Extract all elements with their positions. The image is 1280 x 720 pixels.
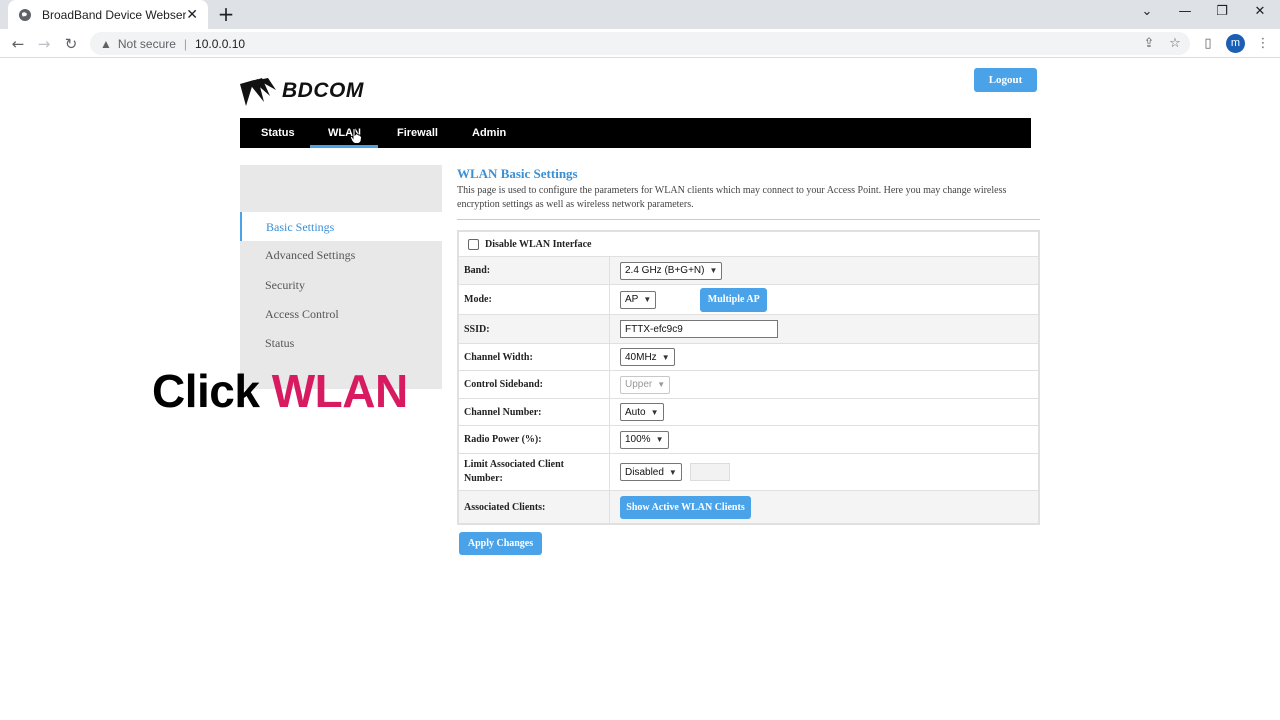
forward-arrow-icon[interactable]: → — [34, 34, 54, 54]
tab-title: BroadBand Device Webserver — [42, 7, 187, 22]
browser-tab-strip: BroadBand Device Webserver ✕ + ⌄ — ❐ ✕ — [0, 0, 1280, 29]
limit-clients-label: Limit Associated Client Number: — [459, 454, 610, 490]
sidebar: Basic Settings Advanced Settings Securit… — [240, 165, 442, 389]
channel-number-label: Channel Number: — [459, 399, 610, 425]
ssid-input[interactable]: FTTX-efc9c9 — [620, 320, 778, 338]
mode-label: Mode: — [459, 285, 610, 314]
row-band: Band: 2.4 GHz (B+G+N) ▼ — [459, 257, 1038, 285]
disable-wlan-checkbox[interactable] — [468, 238, 479, 250]
chevron-down-icon: ▼ — [650, 407, 659, 417]
row-control-sideband: Control Sideband: Upper ▼ — [459, 371, 1038, 399]
side-panel-icon[interactable]: ▯ — [1199, 35, 1217, 53]
multiple-ap-button[interactable]: Multiple AP — [700, 287, 768, 312]
menu-kebab-icon[interactable]: ⋮ — [1254, 35, 1272, 53]
star-icon[interactable]: ☆ — [1166, 35, 1184, 53]
channel-width-label: Channel Width: — [459, 344, 610, 370]
nav-admin[interactable]: Admin — [472, 118, 506, 148]
radio-power-label: Radio Power (%): — [459, 426, 610, 453]
chevron-down-icon: ▼ — [655, 435, 664, 444]
restore-icon[interactable]: ❐ — [1212, 4, 1232, 19]
tutorial-caption: Click WLAN — [152, 364, 408, 418]
logo-mark-icon — [240, 78, 276, 106]
wlan-settings-form: Disable WLAN Interface Band: 2.4 GHz (B+… — [457, 230, 1040, 525]
disable-wlan-label: Disable WLAN Interface — [485, 238, 592, 250]
limit-clients-select[interactable]: Disabled ▼ — [620, 463, 682, 481]
ssid-label: SSID: — [459, 315, 610, 343]
mode-select[interactable]: AP ▼ — [620, 290, 657, 309]
row-radio-power: Radio Power (%): 100% ▼ — [459, 426, 1038, 454]
page-title: WLAN Basic Settings — [457, 166, 578, 181]
limit-clients-value: Disabled — [625, 466, 664, 478]
radio-power-value: 100% — [625, 434, 651, 445]
browser-toolbar: ← → ↻ ▲ Not secure | 10.0.0.10 ⇪ ☆ ▯ m ⋮ — [0, 29, 1280, 58]
radio-power-select[interactable]: 100% ▼ — [620, 430, 669, 449]
show-active-clients-button[interactable]: Show Active WLAN Clients — [620, 495, 751, 519]
close-window-icon[interactable]: ✕ — [1250, 4, 1270, 19]
address-bar[interactable]: ▲ Not secure | 10.0.0.10 — [90, 32, 1190, 55]
control-sideband-select[interactable]: Upper ▼ — [620, 375, 671, 394]
chevron-down-icon: ▼ — [643, 295, 652, 304]
new-tab-button[interactable]: + — [216, 4, 236, 24]
sidebar-item-advanced-settings[interactable]: Advanced Settings — [265, 248, 355, 263]
url-text[interactable]: 10.0.0.10 — [195, 37, 245, 51]
sidebar-item-basic-settings[interactable]: Basic Settings — [266, 220, 334, 235]
profile-avatar[interactable]: m — [1226, 34, 1245, 53]
omnibox-divider: | — [183, 36, 188, 51]
channel-width-select[interactable]: 40MHz ▼ — [620, 348, 675, 366]
nav-status[interactable]: Status — [261, 118, 295, 148]
band-label: Band: — [459, 257, 610, 284]
security-label: Not secure — [117, 36, 176, 51]
limit-clients-label-line1: Limit Associated Client — [464, 459, 564, 470]
reload-icon[interactable]: ↻ — [61, 34, 81, 54]
minimize-icon[interactable]: — — [1175, 4, 1195, 19]
divider — [457, 219, 1040, 220]
row-channel-width: Channel Width: 40MHz ▼ — [459, 344, 1038, 371]
back-arrow-icon[interactable]: ← — [8, 34, 28, 54]
nav-firewall[interactable]: Firewall — [397, 118, 438, 148]
row-channel-number: Channel Number: Auto ▼ — [459, 399, 1038, 426]
limit-clients-label-line2: Number: — [464, 473, 503, 484]
control-sideband-value: Upper — [625, 379, 653, 390]
chevron-down-icon[interactable]: ⌄ — [1137, 4, 1157, 19]
sidebar-item-access-control[interactable]: Access Control — [265, 307, 339, 322]
bdcom-logo: BDCOM — [240, 76, 364, 106]
chevron-down-icon: ▼ — [661, 352, 670, 362]
limit-clients-number-input[interactable] — [689, 463, 730, 481]
band-value: 2.4 GHz (B+G+N) — [625, 265, 705, 276]
channel-number-select[interactable]: Auto ▼ — [620, 403, 664, 421]
row-associated-clients: Associated Clients: Show Active WLAN Cli… — [459, 491, 1038, 523]
apply-changes-button[interactable]: Apply Changes — [459, 532, 542, 555]
caption-word-click: Click — [152, 365, 260, 417]
sidebar-item-status[interactable]: Status — [265, 336, 294, 351]
row-limit-clients: Limit Associated Client Number: Disabled… — [459, 454, 1038, 491]
hand-cursor-icon — [350, 128, 362, 144]
chevron-down-icon: ▼ — [709, 266, 718, 275]
logout-button[interactable]: Logout — [974, 68, 1037, 92]
page-description: This page is used to configure the param… — [457, 185, 1007, 210]
close-tab-icon[interactable]: ✕ — [186, 6, 198, 23]
band-select[interactable]: 2.4 GHz (B+G+N) ▼ — [620, 261, 723, 280]
brand-name: BDCOM — [282, 79, 364, 102]
browser-tab[interactable]: BroadBand Device Webserver ✕ — [8, 0, 208, 29]
chevron-down-icon: ▼ — [657, 380, 666, 389]
control-sideband-label: Control Sideband: — [459, 371, 610, 398]
channel-width-value: 40MHz — [625, 351, 657, 363]
row-disable-wlan: Disable WLAN Interface — [459, 232, 1038, 257]
caption-word-wlan: WLAN — [271, 365, 408, 417]
globe-icon — [19, 8, 31, 21]
chevron-down-icon: ▼ — [668, 467, 677, 477]
share-icon[interactable]: ⇪ — [1140, 35, 1158, 53]
mode-value: AP — [625, 294, 639, 305]
row-mode: Mode: AP ▼ Multiple AP — [459, 285, 1038, 315]
associated-clients-label: Associated Clients: — [459, 491, 610, 523]
channel-number-value: Auto — [625, 406, 646, 418]
warning-icon[interactable]: ▲ — [100, 37, 112, 51]
nav-active-indicator — [310, 145, 378, 148]
row-ssid: SSID: FTTX-efc9c9 — [459, 315, 1038, 344]
sidebar-item-security[interactable]: Security — [265, 278, 305, 293]
